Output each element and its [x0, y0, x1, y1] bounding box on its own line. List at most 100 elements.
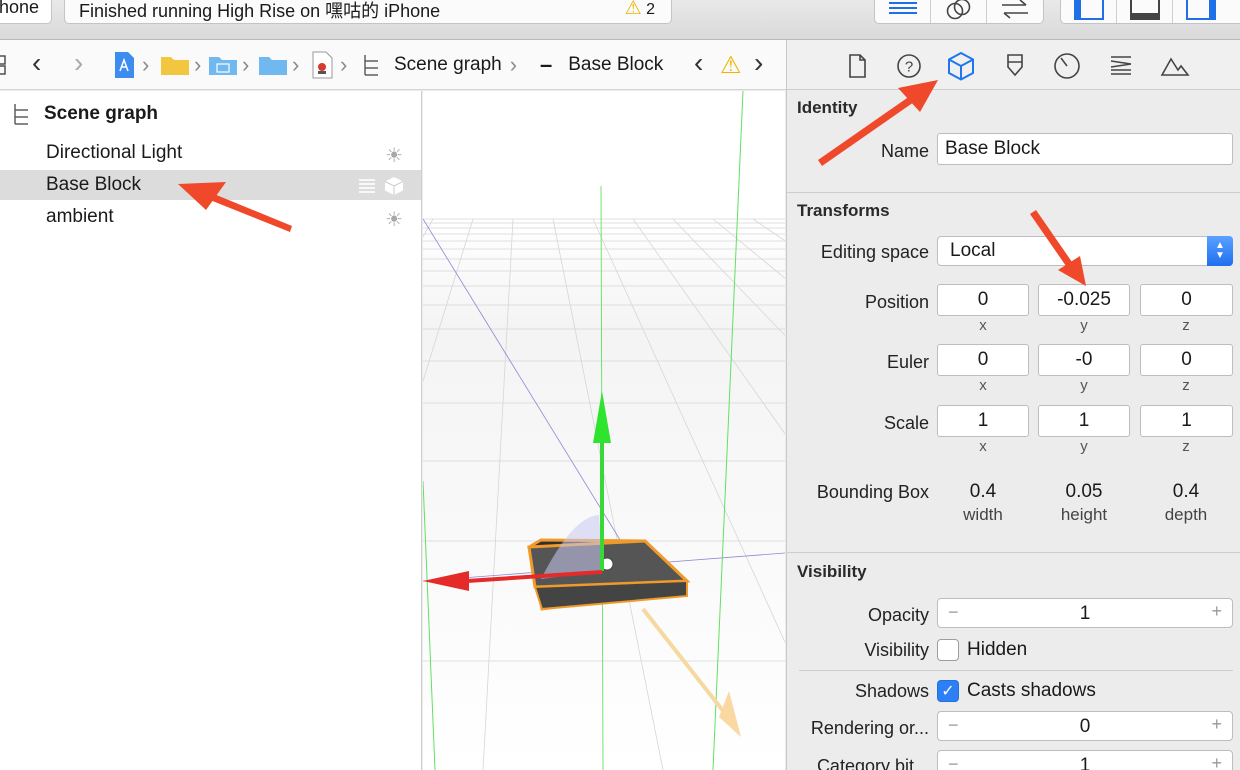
hidden-checkbox[interactable]	[937, 639, 959, 661]
axis-label-x: x	[979, 377, 987, 394]
file-inspector-tab[interactable]	[841, 50, 873, 82]
chevron-right-icon: ›	[754, 47, 764, 78]
attributes-inspector-tab[interactable]	[999, 50, 1031, 82]
right-panel-icon	[1186, 0, 1216, 20]
plus-icon[interactable]: +	[1211, 753, 1222, 770]
breadcrumb-label: Scene graph	[394, 54, 502, 75]
axis-label-y: y	[1080, 377, 1088, 394]
shadows-label: Shadows	[854, 681, 929, 701]
outline-row-label: Directional Light	[46, 142, 183, 163]
breadcrumb-scene-graph[interactable]: Scene graph ›	[362, 50, 517, 80]
inspector-panel: ? Identity Name Base Block Transforms Ed…	[786, 40, 1240, 770]
editing-space-label: Editing space	[820, 242, 929, 262]
physics-inspector-tab[interactable]	[1051, 50, 1083, 82]
outline-row-directional-light[interactable]: Directional Light ☀	[0, 138, 421, 168]
scale-y-field[interactable]: 1	[1038, 405, 1130, 437]
warning-count: 2	[646, 1, 655, 18]
position-x-value: 0	[977, 289, 989, 310]
quick-help-tab[interactable]: ?	[893, 50, 925, 82]
transforms-title: Transforms	[797, 201, 890, 220]
sun-icon: ☀	[385, 209, 403, 231]
scene-file-icon	[312, 51, 333, 79]
activity-status: Finished running High Rise on 嘿咕的 iPhone…	[64, 0, 672, 24]
hierarchy-icon	[364, 55, 378, 76]
plus-icon[interactable]: +	[1211, 601, 1222, 622]
material-icon	[357, 176, 377, 202]
xcode-window: hone Finished running High Rise on 嘿咕的 i…	[0, 0, 1240, 770]
breadcrumb-folder-2[interactable]: ›	[208, 50, 249, 80]
mountain-icon	[1160, 57, 1190, 76]
category-bit-label: Category bit...	[816, 756, 929, 770]
plus-icon[interactable]: +	[1211, 714, 1222, 735]
breadcrumb-scene-file[interactable]: ›	[310, 50, 347, 80]
opacity-stepper[interactable]: − 1 +	[937, 598, 1233, 628]
visibility-label: Visibility	[864, 640, 929, 660]
editing-space-value: Local	[950, 240, 996, 261]
breadcrumb-project[interactable]: ›	[112, 50, 149, 80]
euler-label: Euler	[886, 352, 929, 372]
euler-x-field[interactable]: 0	[937, 344, 1029, 376]
left-panel-icon	[1073, 0, 1104, 20]
scale-y-value: 1	[1078, 410, 1090, 431]
casts-shadows-checkbox[interactable]: ✓	[937, 680, 959, 702]
status-text: Finished running High Rise on 嘿咕的 iPhone	[79, 1, 441, 21]
axis-label-y: y	[1080, 317, 1088, 334]
euler-z-field[interactable]: 0	[1140, 344, 1233, 376]
casts-shadows-label: Casts shadows	[967, 680, 1096, 701]
toggle-debug-area-button[interactable]	[1117, 0, 1173, 23]
project-file-icon	[115, 52, 134, 78]
chevron-left-icon: ‹	[32, 47, 42, 78]
toggle-utilities-button[interactable]	[1173, 0, 1229, 23]
breadcrumb-folder-1[interactable]: ›	[160, 50, 201, 80]
outline-row-base-block[interactable]: Base Block	[0, 170, 421, 200]
name-label: Name	[880, 141, 929, 161]
scale-z-field[interactable]: 1	[1140, 405, 1233, 437]
name-field[interactable]: Base Block	[937, 133, 1233, 165]
assistant-editor-button[interactable]	[931, 0, 987, 23]
breadcrumb-node[interactable]: – Base Block	[540, 50, 663, 80]
standard-editor-button[interactable]	[875, 0, 931, 23]
chevron-right-icon: ›	[509, 52, 518, 77]
euler-y-field[interactable]: -0	[1038, 344, 1130, 376]
scale-x-field[interactable]: 1	[937, 405, 1029, 437]
position-x-field[interactable]: 0	[937, 284, 1029, 316]
chevron-left-icon: ‹	[694, 47, 704, 78]
scene-render	[423, 91, 785, 770]
issues-button[interactable]: ⚠	[720, 50, 742, 80]
breadcrumb-folder-3[interactable]: ›	[258, 50, 299, 80]
chevron-right-icon: ›	[74, 47, 84, 78]
warning-indicator[interactable]: ⚠ 2	[625, 0, 655, 20]
forward-button[interactable]: ›	[74, 47, 84, 78]
editor-mode-control	[874, 0, 1044, 24]
bbox-height-label: height	[1060, 505, 1108, 524]
scheme-selector[interactable]: hone	[0, 0, 52, 24]
chevron-updown-icon: ▲ ▼	[1207, 236, 1233, 266]
position-z-field[interactable]: 0	[1140, 284, 1233, 316]
chevron-right-icon: ›	[292, 52, 300, 77]
scene-viewport[interactable]	[423, 91, 785, 770]
editing-space-select[interactable]: Local ▲ ▼	[937, 236, 1233, 266]
rendering-order-stepper[interactable]: − 0 +	[937, 711, 1233, 741]
toggle-navigator-button[interactable]	[1061, 0, 1117, 23]
folder-icon	[161, 57, 189, 75]
outline-row-ambient[interactable]: ambient ☀	[0, 202, 421, 232]
back-button[interactable]: ‹	[32, 47, 42, 78]
scene-inspector-tab[interactable]	[1159, 50, 1191, 82]
related-items-button[interactable]	[0, 50, 12, 80]
euler-x-value: 0	[977, 349, 989, 370]
category-bit-stepper[interactable]: − 1 +	[937, 750, 1233, 770]
version-editor-button[interactable]	[987, 0, 1043, 23]
position-y-field[interactable]: -0.025	[1038, 284, 1130, 316]
bbox-depth-value: 0.4	[1172, 481, 1200, 502]
scale-z-value: 1	[1181, 410, 1192, 431]
previous-issue-button[interactable]: ‹	[694, 47, 704, 78]
next-issue-button[interactable]: ›	[754, 47, 764, 78]
attributes-icon	[1007, 54, 1023, 77]
geometry-icon	[383, 175, 405, 203]
axis-label-z: z	[1182, 438, 1190, 455]
material-inspector-tab[interactable]	[1105, 50, 1137, 82]
lines-icon	[888, 2, 917, 14]
node-inspector-tab[interactable]	[945, 50, 977, 82]
position-label: Position	[864, 292, 929, 312]
outline-title: Scene graph	[44, 103, 159, 124]
